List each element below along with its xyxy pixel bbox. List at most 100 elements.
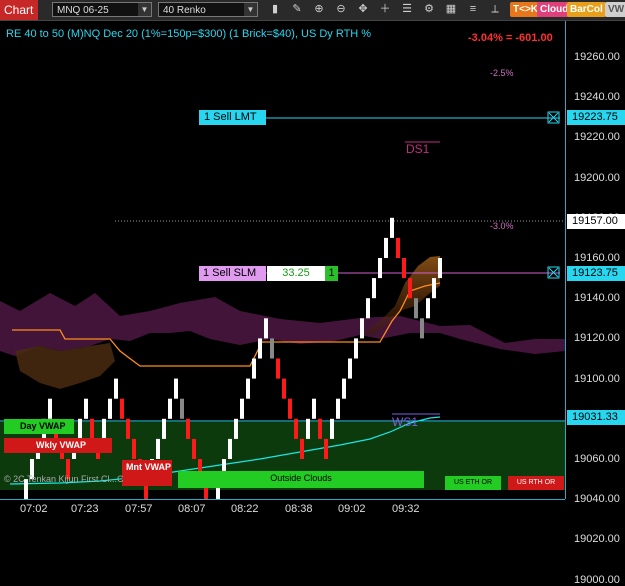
- chart-tab[interactable]: Chart: [0, 0, 38, 20]
- y-tick-label: 19160.00: [574, 252, 620, 264]
- slm-qty: 1: [325, 266, 338, 281]
- x-tick-label: 07:02: [20, 503, 48, 515]
- x-tick-label: 09:02: [338, 503, 366, 515]
- sell-lmt-label[interactable]: 1 Sell LMT: [199, 110, 266, 125]
- y-tick-label: 19040.00: [574, 493, 620, 506]
- renko-brick: [312, 398, 316, 419]
- zoom-out-icon[interactable]: ⊖: [334, 2, 348, 17]
- renko-brick: [234, 418, 238, 439]
- y-tick-label: 19200.00: [574, 171, 620, 184]
- chevron-down-icon[interactable]: ▼: [138, 3, 151, 16]
- x-tick-label: 08:22: [231, 503, 259, 515]
- renko-brick: [264, 318, 268, 339]
- instrument-selector[interactable]: MNQ 06-25 ▼: [52, 2, 152, 17]
- renko-brick: [300, 438, 304, 459]
- lines-icon[interactable]: ≡: [466, 2, 480, 17]
- renko-brick: [384, 237, 388, 258]
- renko-brick: [288, 398, 292, 419]
- renko-brick: [396, 237, 400, 258]
- x-tick-label: 09:32: [392, 503, 420, 515]
- x-tick-label: 07:57: [125, 503, 153, 515]
- renko-brick: [84, 398, 88, 419]
- renko-brick: [432, 278, 436, 299]
- pnl-text: -3.04% = -601.00: [468, 32, 553, 44]
- day-vwap-label: Day VWAP: [4, 419, 74, 434]
- renko-brick: [306, 418, 310, 439]
- pencil-icon[interactable]: ✎: [290, 2, 304, 17]
- strategy-icon[interactable]: ⚙: [422, 2, 436, 17]
- renko-brick: [132, 438, 136, 459]
- renko-brick: [282, 378, 286, 399]
- renko-brick: [360, 318, 364, 339]
- chart-toolbar: Chart MNQ 06-25 ▼ 40 Renko ▼ ▮ ✎ ⊕ ⊖ ✥ ＋…: [0, 0, 625, 21]
- time-axis[interactable]: 07:02 07:23 07:57 08:07 08:22 08:38 09:02 09:32: [0, 499, 565, 520]
- y-tick-label: 19120.00: [574, 332, 620, 345]
- chart-trader-icon[interactable]: ▦: [444, 2, 458, 17]
- wkly-vwap-label: Wkly VWAP: [4, 438, 112, 453]
- renko-brick: [186, 418, 190, 439]
- x-tick-label: 07:23: [71, 503, 99, 515]
- pct-label-top: -2.5%: [490, 68, 514, 78]
- renko-brick: [414, 298, 418, 319]
- y-tick-label: 19000.00: [574, 573, 620, 586]
- bar-type-selector[interactable]: 40 Renko ▼: [158, 2, 258, 17]
- y-tick-label: 19020.00: [574, 533, 620, 546]
- chart-plot-area[interactable]: RE 40 to 50 (M)NQ Dec 20 (1%=150p=$300) …: [0, 21, 565, 520]
- renko-brick: [168, 398, 172, 419]
- bar-chart-icon[interactable]: ▮: [268, 2, 282, 17]
- x-tick-label: 08:07: [178, 503, 206, 515]
- renko-brick: [228, 438, 232, 459]
- renko-brick: [276, 358, 280, 379]
- renko-brick: [420, 318, 424, 339]
- renko-brick: [318, 418, 322, 439]
- y-tick-label: 19140.00: [574, 292, 620, 305]
- strategy-header: RE 40 to 50 (M)NQ Dec 20 (1%=150p=$300) …: [6, 28, 372, 40]
- vwap-price-box: 19031.33: [567, 410, 625, 425]
- y-tick-label: 19240.00: [574, 91, 620, 104]
- renko-brick: [294, 418, 298, 439]
- renko-brick: [366, 298, 370, 319]
- sell-lmt-price-box: 19223.75: [567, 110, 625, 125]
- renko-brick: [330, 418, 334, 439]
- renko-brick: [48, 398, 52, 419]
- extra-button[interactable]: VW: [605, 2, 625, 17]
- sell-slm-label[interactable]: 1 Sell SLM: [199, 266, 266, 281]
- renko-brick: [108, 398, 112, 419]
- chart-svg: [0, 111, 565, 520]
- outside-clouds-bar: [178, 483, 424, 488]
- ruler-icon[interactable]: ⟂: [488, 2, 502, 17]
- renko-brick: [246, 378, 250, 399]
- renko-brick: [126, 418, 130, 439]
- renko-brick: [378, 258, 382, 279]
- renko-brick: [354, 338, 358, 359]
- chevron-down-icon[interactable]: ▼: [244, 3, 257, 16]
- renko-brick: [372, 278, 376, 299]
- y-tick-label: 19060.00: [574, 453, 620, 465]
- zoom-in-icon[interactable]: ⊕: [312, 2, 326, 17]
- instrument-value: MNQ 06-25: [57, 5, 109, 16]
- bar-type-value: 40 Renko: [163, 5, 206, 16]
- renko-brick: [180, 398, 184, 419]
- renko-brick: [438, 258, 442, 279]
- add-icon[interactable]: ＋: [378, 2, 392, 17]
- renko-brick: [120, 398, 124, 419]
- pct-label-mid: -3.0%: [490, 221, 514, 231]
- renko-brick: [78, 418, 82, 439]
- ws1-marker: WS1: [392, 415, 419, 429]
- renko-brick: [156, 438, 160, 459]
- ds1-marker: DS1: [406, 142, 430, 156]
- barcol-button[interactable]: BarCol: [567, 2, 606, 17]
- properties-icon[interactable]: ☰: [400, 2, 414, 17]
- renko-brick: [342, 378, 346, 399]
- price-axis[interactable]: 19260.0019240.0019220.0019200.0019180.00…: [565, 21, 625, 586]
- renko-brick: [90, 418, 94, 439]
- renko-brick: [270, 338, 274, 359]
- crosshair-icon[interactable]: ✥: [356, 2, 370, 17]
- mnt-vwap-bar: [122, 474, 172, 486]
- slm-pnl: 33.25: [267, 266, 325, 281]
- renko-brick: [114, 378, 118, 399]
- renko-brick: [240, 398, 244, 419]
- renko-brick: [258, 338, 262, 359]
- us-eth-or-label: US ETH OR: [445, 476, 501, 490]
- renko-brick: [252, 358, 256, 379]
